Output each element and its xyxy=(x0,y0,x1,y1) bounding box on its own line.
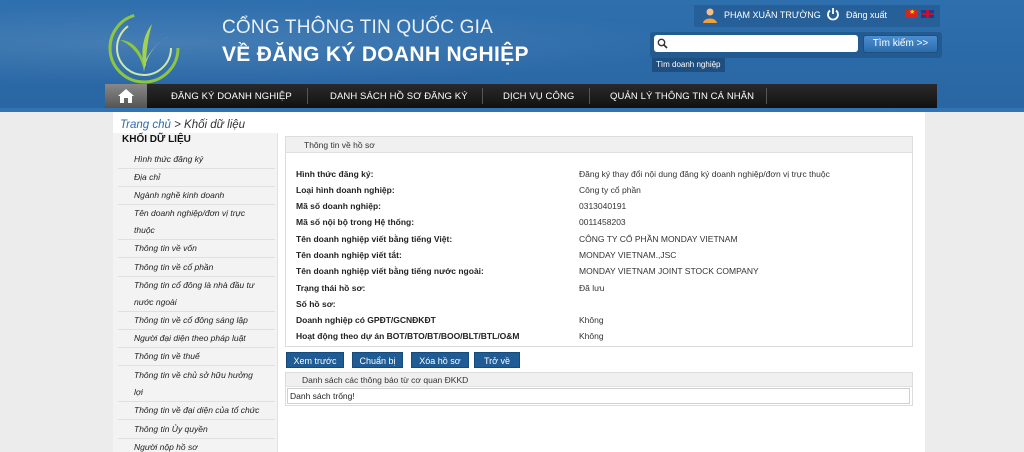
sidebar-item-thue[interactable]: Thông tin về thuế xyxy=(134,347,274,365)
search-icon xyxy=(657,38,668,49)
search-hint: Tìm doanh nghiệp xyxy=(652,58,725,72)
panel-header xyxy=(286,137,912,153)
field-label-trang-thai: Trạng thái hồ sơ: xyxy=(296,283,366,293)
notices-empty-message: Danh sách trống! xyxy=(290,391,355,401)
field-value-gpdt: Không xyxy=(579,315,604,325)
breadcrumb: Trang chủ > Khối dữ liệu xyxy=(120,119,245,131)
sidebar-item-chu-so-huu-cont[interactable]: lợi xyxy=(134,383,274,401)
sidebar-item-co-dong-sang-lap[interactable]: Thông tin về cổ đông sáng lập xyxy=(134,311,274,329)
breadcrumb-current: Khối dữ liệu xyxy=(184,119,246,131)
field-value-ma-so-dn: 0313040191 xyxy=(579,201,627,211)
portal-title-line2: VỀ ĐĂNG KÝ DOANH NGHIỆP xyxy=(222,43,529,66)
sidebar-item-nganh-nghe[interactable]: Ngành nghề kinh doanh xyxy=(134,186,274,204)
panel-title: Thông tin về hồ sơ xyxy=(304,140,375,150)
user-name[interactable]: PHẠM XUÂN TRƯỜNG xyxy=(724,10,821,20)
field-label-bot: Hoạt động theo dự án BOT/BTO/BT/BOO/BLT/… xyxy=(296,331,520,341)
nav-divider xyxy=(307,88,308,104)
sidebar-item-co-phan[interactable]: Thông tin về cổ phần xyxy=(134,258,274,276)
preview-button[interactable]: Xem trước xyxy=(286,352,344,368)
home-icon[interactable] xyxy=(117,88,135,104)
field-label-so-ho-so: Số hồ sơ: xyxy=(296,299,336,309)
back-button[interactable]: Trở về xyxy=(474,352,520,368)
sidebar-item-von[interactable]: Thông tin về vốn xyxy=(134,239,274,257)
field-label-ma-so-dn: Mã số doanh nghiệp: xyxy=(296,201,381,211)
field-label-ten-tieng-viet: Tên doanh nghiệp viết bằng tiếng Việt: xyxy=(296,234,453,244)
sidebar-item-co-dong-nuoc-ngoai[interactable]: Thông tin cổ đông là nhà đầu tư xyxy=(134,276,274,294)
power-icon[interactable] xyxy=(826,7,840,21)
nav-divider xyxy=(766,88,767,104)
prepare-button[interactable]: Chuẩn bị xyxy=(352,352,403,368)
logout-link[interactable]: Đăng xuất xyxy=(846,10,887,20)
field-value-ten-nuoc-ngoai: MONDAY VIETNAM JOINT STOCK COMPANY xyxy=(579,266,759,276)
portal-logo xyxy=(108,12,180,84)
sidebar-item-ten-doanh-nghiep-cont[interactable]: thuộc xyxy=(134,221,274,239)
breadcrumb-home[interactable]: Trang chủ xyxy=(120,119,171,131)
sidebar-item-nguoi-dai-dien[interactable]: Người đại diện theo pháp luật xyxy=(134,329,274,347)
field-label-ten-viet-tat: Tên doanh nghiệp viết tắt: xyxy=(296,250,402,260)
field-value-loai-hinh: Công ty cổ phần xyxy=(579,185,641,195)
nav-quan-ly-thong-tin[interactable]: QUẢN LÝ THÔNG TIN CÁ NHÂN xyxy=(610,84,754,108)
breadcrumb-separator: > xyxy=(170,119,185,131)
field-value-bot: Không xyxy=(579,331,604,341)
nav-danh-sach-ho-so[interactable]: DANH SÁCH HỒ SƠ ĐĂNG KÝ xyxy=(330,84,468,108)
sidebar-item-dia-chi[interactable]: Địa chỉ xyxy=(134,168,274,186)
field-label-loai-hinh: Loại hình doanh nghiệp: xyxy=(296,185,395,195)
sidebar-item-ten-doanh-nghiep[interactable]: Tên doanh nghiệp/đơn vị trực xyxy=(134,204,274,222)
sidebar-title: KHỐI DỮ LIỆU xyxy=(122,134,191,145)
sidebar-item-nguoi-nop-ho-so[interactable]: Người nộp hồ sơ xyxy=(134,438,274,452)
field-label-hinh-thuc: Hình thức đăng ký: xyxy=(296,169,374,179)
nav-divider xyxy=(589,88,590,104)
nav-dang-ky-doanh-nghiep[interactable]: ĐĂNG KÝ DOANH NGHIỆP xyxy=(171,84,292,108)
sidebar-item-uy-quyen[interactable]: Thông tin Ủy quyền xyxy=(134,420,274,438)
search-button[interactable]: Tìm kiếm >> xyxy=(863,35,938,53)
nav-dich-vu-cong[interactable]: DỊCH VỤ CÔNG xyxy=(503,84,574,108)
field-value-ten-viet-tat: MONDAY VIETNAM.,JSC xyxy=(579,250,677,260)
search-input[interactable] xyxy=(672,36,854,50)
sidebar-item-dai-dien-to-chuc[interactable]: Thông tin về đại diện của tổ chức xyxy=(134,401,274,419)
field-label-ten-nuoc-ngoai: Tên doanh nghiệp viết bằng tiếng nước ng… xyxy=(296,266,484,276)
nav-divider xyxy=(482,88,483,104)
field-value-ma-so-noi-bo: 0011458203 xyxy=(579,217,626,227)
portal-title-line1: CỔNG THÔNG TIN QUỐC GIA xyxy=(222,17,493,38)
sidebar-item-chu-so-huu[interactable]: Thông tin về chủ sở hữu hưởng xyxy=(134,366,274,384)
notices-list xyxy=(287,388,910,404)
notices-title: Danh sách các thông báo từ cơ quan ĐKKD xyxy=(302,375,469,385)
field-value-hinh-thuc: Đăng ký thay đổi nội dung đăng ký doanh … xyxy=(579,169,830,179)
english-flag-icon[interactable] xyxy=(921,10,934,18)
field-value-trang-thai: Đã lưu xyxy=(579,283,605,293)
sidebar-item-hinh-thuc-dang-ky[interactable]: Hình thức đăng ký xyxy=(134,150,274,168)
field-label-gpdt: Doanh nghiệp có GPĐT/GCNĐKĐT xyxy=(296,315,436,325)
vietnamese-flag-icon[interactable] xyxy=(906,8,918,18)
user-icon xyxy=(703,8,717,23)
sidebar-item-co-dong-nuoc-ngoai-cont[interactable]: nước ngoài xyxy=(134,293,274,311)
field-label-ma-so-noi-bo: Mã số nội bộ trong Hệ thống: xyxy=(296,217,415,227)
field-value-ten-tieng-viet: CÔNG TY CỔ PHẦN MONDAY VIETNAM xyxy=(579,234,738,244)
delete-application-button[interactable]: Xóa hồ sơ xyxy=(411,352,469,368)
